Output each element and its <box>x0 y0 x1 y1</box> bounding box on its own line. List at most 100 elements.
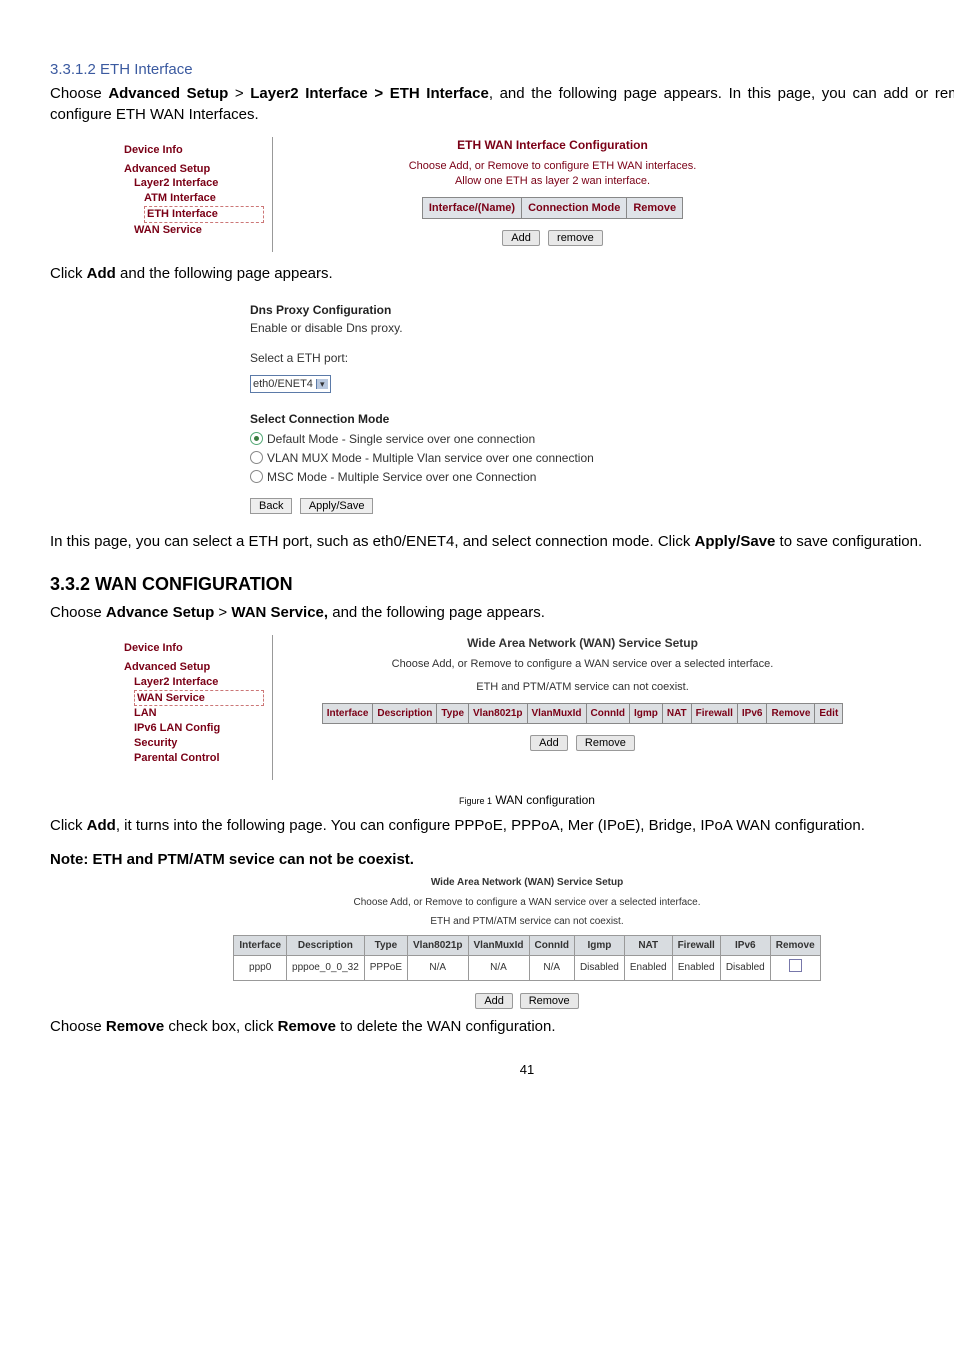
wan-data-table: InterfaceDescriptionTypeVlan8021pVlanMux… <box>233 935 820 981</box>
txt: , it turns into the following page. You … <box>116 817 865 834</box>
sidebar-item-lan[interactable]: LAN <box>134 706 264 721</box>
add-wan-paragraph: Click Add, it turns into the following p… <box>50 816 954 836</box>
add-button[interactable]: Add <box>475 993 513 1009</box>
panel-msg: Allow one ETH as layer 2 wan interface. <box>285 174 820 189</box>
txt-bold: Advance Setup <box>106 604 214 621</box>
txt-bold: Remove <box>278 1018 336 1035</box>
txt-bold: Advanced Setup <box>108 85 228 102</box>
remove-button[interactable]: remove <box>548 230 603 246</box>
radio-default-mode[interactable]: Default Mode - Single service over one c… <box>250 431 954 447</box>
remove-button[interactable]: Remove <box>576 735 635 751</box>
apply-save-button[interactable]: Apply/Save <box>300 498 374 514</box>
col-interface: Interface/(Name) <box>422 197 521 219</box>
wan-panel: Wide Area Network (WAN) Service Setup Ch… <box>285 635 880 753</box>
table-row: ppp0pppoe_0_0_32PPPoEN/AN/AN/ADisabledEn… <box>234 956 820 981</box>
select-eth-label: Select a ETH port: <box>250 350 954 366</box>
sidebar: Device Info Advanced Setup Layer2 Interf… <box>120 635 273 780</box>
add-button[interactable]: Add <box>502 230 540 246</box>
sidebar-item-device-info[interactable]: Device Info <box>124 143 264 158</box>
panel-msg: ETH and PTM/ATM service can not coexist. <box>285 680 880 695</box>
sidebar-item-layer2[interactable]: Layer2 Interface <box>134 675 264 690</box>
sidebar-item-parental[interactable]: Parental Control <box>134 751 264 766</box>
panel-msg: Choose Add, or Remove to configure ETH W… <box>285 159 820 174</box>
col-header: Interface <box>234 935 287 956</box>
col-header: NAT <box>624 935 672 956</box>
col-remove: Remove <box>627 197 683 219</box>
dns-subtext: Enable or disable Dns proxy. <box>250 320 954 336</box>
sidebar: Device Info Advanced Setup Layer2 Interf… <box>120 137 273 252</box>
radio-label: MSC Mode - Multiple Service over one Con… <box>267 470 536 484</box>
radio-msc-mode[interactable]: MSC Mode - Multiple Service over one Con… <box>250 469 954 485</box>
col-header: Type <box>437 703 469 724</box>
sidebar-item-advanced-setup[interactable]: Advanced Setup <box>124 162 264 177</box>
sidebar-item-layer2[interactable]: Layer2 Interface <box>134 176 264 191</box>
table-cell: Disabled <box>574 956 624 981</box>
radio-icon <box>250 470 263 483</box>
col-header: Description <box>287 935 365 956</box>
sidebar-item-atm[interactable]: ATM Interface <box>144 191 264 206</box>
remove-checkbox[interactable] <box>789 959 802 972</box>
section-heading: 3.3.1.2 ETH Interface <box>50 60 954 80</box>
eth-wan-panel: ETH WAN Interface Configuration Choose A… <box>285 137 820 249</box>
sidebar-item-wan-service[interactable]: WAN Service <box>134 690 264 707</box>
col-header: Vlan8021p <box>408 935 468 956</box>
sidebar-item-advanced-setup[interactable]: Advanced Setup <box>124 660 264 675</box>
sidebar-item-wan-service[interactable]: WAN Service <box>134 223 264 238</box>
radio-icon <box>250 451 263 464</box>
table-cell: Enabled <box>672 956 720 981</box>
table-cell: N/A <box>408 956 468 981</box>
txt: check box, click <box>164 1018 277 1035</box>
txt: and the following page appears. <box>116 265 333 282</box>
radio-icon <box>250 432 263 445</box>
txt: Choose <box>50 1018 106 1035</box>
panel-title: Wide Area Network (WAN) Service Setup <box>285 635 880 651</box>
remove-button[interactable]: Remove <box>520 993 579 1009</box>
txt: In this page, you can select a ETH port,… <box>50 533 695 550</box>
txt: Click <box>50 817 87 834</box>
col-header: IPv6 <box>737 703 767 724</box>
txt: Click <box>50 265 87 282</box>
sidebar-item-device-info[interactable]: Device Info <box>124 641 264 656</box>
txt-bold: Remove <box>106 1018 164 1035</box>
col-header: VlanMuxId <box>527 703 586 724</box>
radio-vlanmux-mode[interactable]: VLAN MUX Mode - Multiple Vlan service ov… <box>250 450 954 466</box>
txt: to save configuration. <box>775 533 922 550</box>
col-connmode: Connection Mode <box>522 197 627 219</box>
radio-label: Default Mode - Single service over one c… <box>267 432 535 446</box>
scm-heading: Select Connection Mode <box>250 411 954 427</box>
sidebar-item-security[interactable]: Security <box>134 736 264 751</box>
intro-paragraph: Choose Advanced Setup > Layer2 Interface… <box>50 84 954 125</box>
table-cell: ppp0 <box>234 956 287 981</box>
txt-bold: Layer2 Interface > ETH Interface <box>250 85 489 102</box>
sidebar-item-eth[interactable]: ETH Interface <box>144 206 264 223</box>
sidebar-item-ipv6lan[interactable]: IPv6 LAN Config <box>134 721 264 736</box>
txt: > <box>228 85 250 102</box>
txt-bold: Add <box>87 265 116 282</box>
txt-bold: Apply/Save <box>695 533 776 550</box>
apply-save-paragraph: In this page, you can select a ETH port,… <box>50 532 954 552</box>
select-value: eth0/ENET4 <box>253 378 313 390</box>
page-number: 41 <box>50 1061 954 1079</box>
col-header: Vlan8021p <box>469 703 527 724</box>
panel-msg: ETH and PTM/ATM service can not coexist. <box>217 915 837 929</box>
eth-wan-figure: Device Info Advanced Setup Layer2 Interf… <box>120 137 820 252</box>
panel-title: Wide Area Network (WAN) Service Setup <box>217 876 837 890</box>
table-cell: pppoe_0_0_32 <box>287 956 365 981</box>
add-button[interactable]: Add <box>530 735 568 751</box>
txt: to delete the WAN configuration. <box>336 1018 556 1035</box>
dns-proxy-figure: Dns Proxy Configuration Enable or disabl… <box>250 302 954 514</box>
col-header: Firewall <box>691 703 737 724</box>
eth-port-select[interactable]: eth0/ENET4 ▾ <box>250 375 331 394</box>
col-header: Igmp <box>574 935 624 956</box>
panel-msg: Choose Add, or Remove to configure a WAN… <box>217 896 837 910</box>
caption-text: WAN configuration <box>492 793 595 807</box>
dns-heading: Dns Proxy Configuration <box>250 302 954 318</box>
table-cell: Disabled <box>720 956 770 981</box>
col-header: ConnId <box>586 703 629 724</box>
back-button[interactable]: Back <box>250 498 292 514</box>
wan-config-heading: 3.3.2 WAN CONFIGURATION <box>50 572 954 596</box>
caption-prefix: Figure 1 <box>459 796 492 806</box>
radio-label: VLAN MUX Mode - Multiple Vlan service ov… <box>267 451 594 465</box>
wan-populated-figure: Wide Area Network (WAN) Service Setup Ch… <box>217 876 837 1011</box>
wan-intro-paragraph: Choose Advance Setup > WAN Service, and … <box>50 603 954 623</box>
